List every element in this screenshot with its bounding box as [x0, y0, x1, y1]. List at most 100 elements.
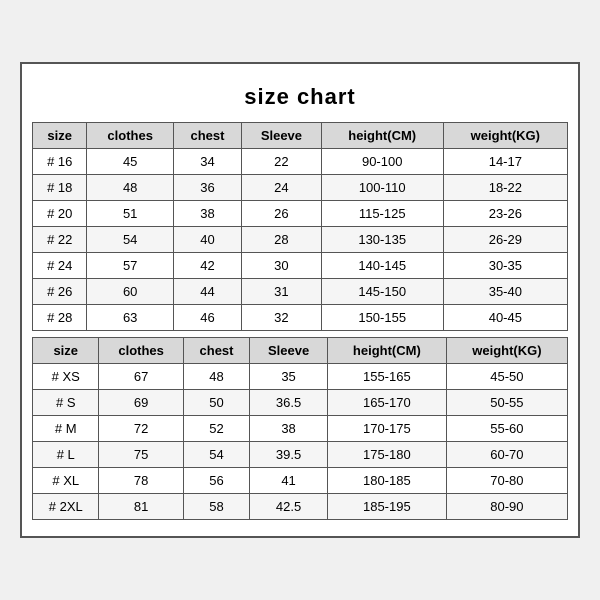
table-cell: 75 [99, 442, 183, 468]
table-cell: # 24 [33, 253, 87, 279]
table-cell: # 20 [33, 201, 87, 227]
table-cell: 81 [99, 494, 183, 520]
col-sleeve-1: Sleeve [242, 123, 322, 149]
table1-header-row: size clothes chest Sleeve height(CM) wei… [33, 123, 568, 149]
table-cell: 39.5 [250, 442, 328, 468]
table-cell: 69 [99, 390, 183, 416]
table-cell: 18-22 [443, 175, 567, 201]
table-cell: 70-80 [446, 468, 567, 494]
table-row: # 18483624100-11018-22 [33, 175, 568, 201]
table-cell: 170-175 [327, 416, 446, 442]
table-cell: 57 [87, 253, 173, 279]
table-cell: 63 [87, 305, 173, 331]
table-cell: 115-125 [321, 201, 443, 227]
table-cell: 38 [173, 201, 241, 227]
table-cell: 48 [87, 175, 173, 201]
table-cell: # 2XL [33, 494, 99, 520]
table-cell: 28 [242, 227, 322, 253]
table-cell: 54 [183, 442, 249, 468]
table1-section: size clothes chest Sleeve height(CM) wei… [32, 122, 568, 331]
table-cell: 14-17 [443, 149, 567, 175]
table-cell: 48 [183, 364, 249, 390]
table-cell: 78 [99, 468, 183, 494]
table-cell: 40 [173, 227, 241, 253]
table-cell: 45-50 [446, 364, 567, 390]
table-cell: 26-29 [443, 227, 567, 253]
table-cell: 175-180 [327, 442, 446, 468]
col-chest-2: chest [183, 338, 249, 364]
table-cell: 67 [99, 364, 183, 390]
table-cell: 50 [183, 390, 249, 416]
table-row: # 26604431145-15035-40 [33, 279, 568, 305]
table-row: # 1645342290-10014-17 [33, 149, 568, 175]
table-row: # 20513826115-12523-26 [33, 201, 568, 227]
table-cell: 42.5 [250, 494, 328, 520]
table-cell: 35 [250, 364, 328, 390]
table-cell: 24 [242, 175, 322, 201]
table-cell: 30 [242, 253, 322, 279]
col-size-1: size [33, 123, 87, 149]
table-cell: # L [33, 442, 99, 468]
table-cell: 40-45 [443, 305, 567, 331]
table-cell: 60 [87, 279, 173, 305]
table-cell: 36 [173, 175, 241, 201]
table-cell: 130-135 [321, 227, 443, 253]
table-cell: 36.5 [250, 390, 328, 416]
table-row: # M725238170-17555-60 [33, 416, 568, 442]
chart-title: size chart [32, 74, 568, 122]
table-cell: 60-70 [446, 442, 567, 468]
table-row: # XL785641180-18570-80 [33, 468, 568, 494]
col-chest-1: chest [173, 123, 241, 149]
table-row: # 24574230140-14530-35 [33, 253, 568, 279]
table1-body: # 1645342290-10014-17# 18483624100-11018… [33, 149, 568, 331]
table-cell: 32 [242, 305, 322, 331]
table-cell: 54 [87, 227, 173, 253]
table-row: # 28634632150-15540-45 [33, 305, 568, 331]
table-cell: # 22 [33, 227, 87, 253]
table-cell: # 26 [33, 279, 87, 305]
table-cell: 150-155 [321, 305, 443, 331]
table-cell: 44 [173, 279, 241, 305]
table-cell: 22 [242, 149, 322, 175]
table-cell: 31 [242, 279, 322, 305]
table-cell: 155-165 [327, 364, 446, 390]
table2-body: # XS674835155-16545-50# S695036.5165-170… [33, 364, 568, 520]
table2-section: size clothes chest Sleeve height(CM) wei… [32, 337, 568, 520]
col-sleeve-2: Sleeve [250, 338, 328, 364]
size-chart-container: size chart size clothes chest Sleeve hei… [20, 62, 580, 538]
table2-header-row: size clothes chest Sleeve height(CM) wei… [33, 338, 568, 364]
table-cell: 45 [87, 149, 173, 175]
size-table-2: size clothes chest Sleeve height(CM) wei… [32, 337, 568, 520]
table-cell: 56 [183, 468, 249, 494]
table-cell: # XS [33, 364, 99, 390]
table-cell: 55-60 [446, 416, 567, 442]
table-cell: 23-26 [443, 201, 567, 227]
col-height-2: height(CM) [327, 338, 446, 364]
table-row: # 2XL815842.5185-19580-90 [33, 494, 568, 520]
col-height-1: height(CM) [321, 123, 443, 149]
table-cell: # S [33, 390, 99, 416]
table-cell: # 28 [33, 305, 87, 331]
table-cell: 72 [99, 416, 183, 442]
table-cell: 34 [173, 149, 241, 175]
table-cell: 42 [173, 253, 241, 279]
table1-header: size clothes chest Sleeve height(CM) wei… [33, 123, 568, 149]
table-cell: 26 [242, 201, 322, 227]
table-cell: 52 [183, 416, 249, 442]
table-cell: 35-40 [443, 279, 567, 305]
size-table-1: size clothes chest Sleeve height(CM) wei… [32, 122, 568, 331]
table-row: # S695036.5165-17050-55 [33, 390, 568, 416]
col-weight-2: weight(KG) [446, 338, 567, 364]
table-cell: 100-110 [321, 175, 443, 201]
table-cell: 41 [250, 468, 328, 494]
table-row: # 22544028130-13526-29 [33, 227, 568, 253]
table-cell: 185-195 [327, 494, 446, 520]
table-cell: 80-90 [446, 494, 567, 520]
table-cell: 38 [250, 416, 328, 442]
table-cell: 30-35 [443, 253, 567, 279]
table-row: # L755439.5175-18060-70 [33, 442, 568, 468]
col-size-2: size [33, 338, 99, 364]
table-cell: 46 [173, 305, 241, 331]
table-cell: 90-100 [321, 149, 443, 175]
table-cell: # 18 [33, 175, 87, 201]
